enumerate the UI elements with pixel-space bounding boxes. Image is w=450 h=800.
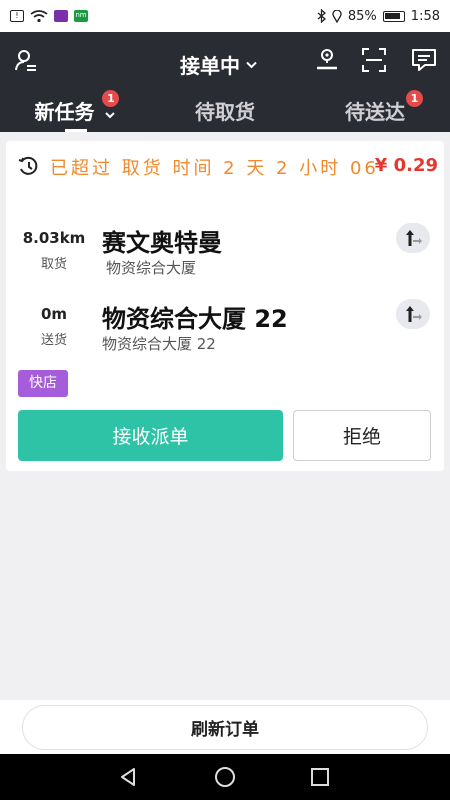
back-icon[interactable] (116, 765, 140, 789)
recents-icon[interactable] (308, 765, 332, 789)
order-card[interactable]: 已超过 取货 时间 2 天 2 小时 06 ¥ 0.29 8.03km 取货 赛… (6, 141, 444, 471)
bluetooth-icon (317, 9, 326, 23)
dropoff-navigate-button[interactable] (396, 299, 430, 329)
reject-order-button[interactable]: 拒绝 (293, 410, 431, 461)
shop-type-tag: 快店 (18, 370, 68, 397)
scan-icon[interactable] (361, 47, 387, 73)
wifi-icon (30, 9, 48, 22)
location-icon (332, 9, 342, 23)
pickup-address: 物资综合大厦 (106, 259, 197, 277)
tab-label: 待送达 1 (345, 90, 423, 124)
dropoff-distance: 0m (40, 305, 68, 323)
tab-new-tasks-label: 新任务 (34, 100, 95, 124)
accept-order-button[interactable]: 接收派单 (18, 410, 283, 461)
pickup-navigate-button[interactable] (396, 223, 430, 253)
header-top: 接单中 (0, 32, 450, 90)
new-tasks-badge: 1 (102, 90, 120, 107)
app-notification-icon-2: nm (74, 10, 88, 22)
navigate-arrow-icon (406, 306, 422, 322)
pickup-label: 取货 (40, 257, 67, 272)
pickup-stop: 8.03km 取货 赛文奥特曼 物资综合大厦 (6, 223, 444, 283)
app-header: 接单中 新任务 1 待取货 待送达 1 (0, 32, 450, 132)
tab-awaiting-pickup[interactable]: 待取货 (150, 90, 300, 132)
overdue-row: 已超过 取货 时间 2 天 2 小时 06 ¥ 0.29 (18, 153, 438, 181)
location-route-icon[interactable] (314, 47, 340, 73)
status-bar-left: ! nm (10, 9, 88, 23)
order-price: ¥ 0.29 (374, 155, 438, 176)
battery-percent: 85% (347, 8, 377, 24)
pickup-distance: 8.03km (22, 229, 86, 247)
navigate-arrow-icon (406, 230, 422, 246)
battery-icon (382, 10, 405, 22)
overdue-text: 已超过 取货 时间 2 天 2 小时 06 (50, 158, 379, 179)
tab-new-tasks[interactable]: 新任务 1 (0, 90, 150, 132)
status-bar-right: 85% 1:58 (317, 9, 440, 24)
bottom-bar: 刷新订单 (0, 700, 450, 754)
dropoff-stop: 0m 送货 物资综合大厦 22 物资综合大厦 22 (6, 299, 444, 359)
pickup-name: 赛文奥特曼 (102, 229, 222, 257)
system-nav-bar (0, 754, 450, 800)
message-icon[interactable] (411, 47, 437, 73)
sim-icon: ! (10, 10, 24, 22)
dropoff-name: 物资综合大厦 22 (102, 305, 288, 333)
active-tab-indicator (65, 129, 87, 132)
awaiting-delivery-badge: 1 (406, 90, 423, 107)
work-status-dropdown[interactable]: 接单中 (180, 50, 257, 79)
order-tabs: 新任务 1 待取货 待送达 1 (0, 90, 450, 132)
status-bar: ! nm 85% 1:58 (0, 0, 450, 32)
clock-icon (18, 156, 38, 175)
dropoff-address: 物资综合大厦 22 (102, 335, 216, 353)
app-notification-icon (54, 10, 68, 22)
dropoff-label: 送货 (40, 333, 67, 348)
clock-time: 1:58 (410, 8, 440, 24)
home-icon[interactable] (213, 765, 237, 789)
tab-awaiting-delivery-label: 待送达 (345, 100, 405, 124)
chevron-down-icon (105, 112, 116, 119)
chevron-down-icon (246, 61, 257, 68)
tab-awaiting-pickup-label: 待取货 (195, 100, 255, 124)
tab-label: 新任务 1 (34, 90, 120, 124)
refresh-orders-button[interactable]: 刷新订单 (22, 705, 428, 750)
user-menu-icon[interactable] (14, 48, 38, 72)
work-status-label: 接单中 (180, 54, 240, 78)
tab-awaiting-delivery[interactable]: 待送达 1 (300, 90, 450, 132)
